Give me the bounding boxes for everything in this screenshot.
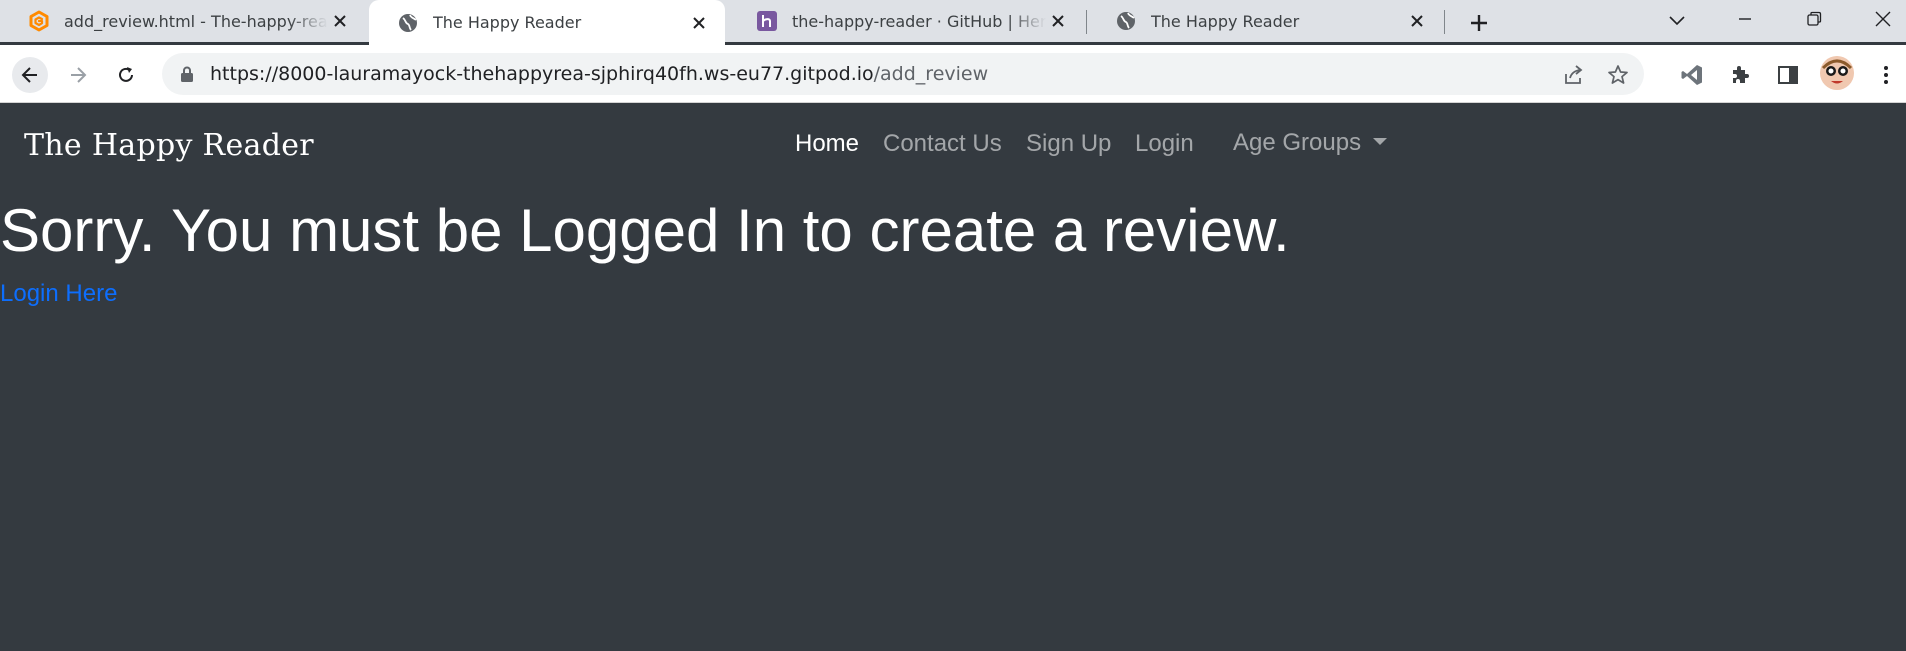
heroku-icon — [756, 10, 778, 32]
close-icon[interactable] — [1046, 9, 1070, 33]
tab-happy-reader[interactable]: The Happy Reader — [1087, 0, 1443, 42]
caret-down-icon — [1373, 138, 1388, 145]
tab-title: the-happy-reader · GitHub | Hero — [792, 11, 1046, 31]
address-bar[interactable]: https://8000-lauramayock-thehappyrea-sjp… — [162, 53, 1644, 95]
close-window-button[interactable] — [1868, 4, 1898, 34]
page-heading: Sorry. You must be Logged In to create a… — [0, 197, 1290, 264]
new-tab-button[interactable] — [1462, 6, 1496, 40]
avatar[interactable] — [1820, 56, 1854, 90]
side-panel-icon — [1778, 66, 1798, 84]
tab-title: add_review.html - The-happy-rea — [64, 11, 328, 31]
reload-icon — [119, 67, 133, 82]
forward-button[interactable] — [60, 57, 96, 93]
extensions-button[interactable] — [1722, 57, 1758, 93]
tab-strip: add_review.html - The-happy-rea The Happ… — [0, 0, 1906, 45]
restore-button[interactable] — [1799, 4, 1829, 34]
tab-separator — [1444, 10, 1445, 34]
close-icon — [1875, 11, 1891, 27]
minimize-button[interactable] — [1730, 4, 1760, 34]
url-text: https://8000-lauramayock-thehappyrea-sjp… — [210, 63, 988, 85]
arrow-left-icon — [21, 67, 37, 83]
age-groups-label: Age Groups — [1233, 129, 1362, 156]
share-icon[interactable] — [1562, 63, 1586, 87]
site-navbar: The Happy Reader Home Contact Us Sign Up… — [0, 104, 1906, 188]
tab-title: The Happy Reader — [1151, 11, 1300, 31]
chevron-down-icon — [1669, 16, 1685, 26]
nav-link-contact-us[interactable]: Contact Us — [883, 130, 1002, 158]
profile-avatar-icon — [1820, 56, 1854, 90]
page-content: The Happy Reader Home Contact Us Sign Up… — [0, 104, 1906, 651]
vscode-extension-button[interactable] — [1674, 57, 1710, 93]
reload-button[interactable] — [108, 57, 144, 93]
url-host: https://8000-lauramayock-thehappyrea-sjp… — [210, 63, 874, 85]
globe-icon — [1115, 10, 1137, 32]
puzzle-icon — [1733, 66, 1749, 83]
login-here-link[interactable]: Login Here — [0, 280, 117, 308]
close-icon[interactable] — [328, 9, 352, 33]
star-icon[interactable] — [1606, 63, 1630, 87]
nav-link-sign-up[interactable]: Sign Up — [1026, 130, 1111, 158]
side-panel-button[interactable] — [1770, 57, 1806, 93]
plus-icon — [1471, 15, 1487, 31]
tab-add-review-gitpod[interactable]: add_review.html - The-happy-rea — [0, 0, 366, 42]
more-vertical-icon — [1884, 66, 1888, 84]
close-icon[interactable] — [1405, 9, 1429, 33]
age-groups-dropdown[interactable]: Age Groups — [1233, 129, 1388, 157]
site-brand[interactable]: The Happy Reader — [24, 128, 314, 163]
nav-link-home[interactable]: Home — [795, 130, 859, 158]
gitpod-icon — [28, 10, 50, 32]
restore-icon — [1807, 11, 1822, 26]
browser-toolbar: https://8000-lauramayock-thehappyrea-sjp… — [0, 45, 1906, 103]
arrow-right-icon — [71, 67, 87, 83]
tab-search-button[interactable] — [1662, 6, 1692, 36]
close-icon[interactable] — [687, 11, 711, 35]
back-button[interactable] — [12, 57, 48, 93]
tab-happy-reader-active[interactable]: The Happy Reader — [369, 0, 725, 45]
lock-icon[interactable] — [180, 66, 194, 82]
globe-icon — [397, 12, 419, 34]
tab-title: The Happy Reader — [433, 13, 582, 32]
url-path: /add_review — [873, 63, 989, 85]
nav-link-login[interactable]: Login — [1135, 130, 1194, 158]
browser-menu-button[interactable] — [1868, 57, 1904, 93]
tab-github-heroku[interactable]: the-happy-reader · GitHub | Hero — [728, 0, 1084, 42]
vscode-icon — [1681, 65, 1702, 85]
minimize-icon — [1739, 18, 1751, 20]
